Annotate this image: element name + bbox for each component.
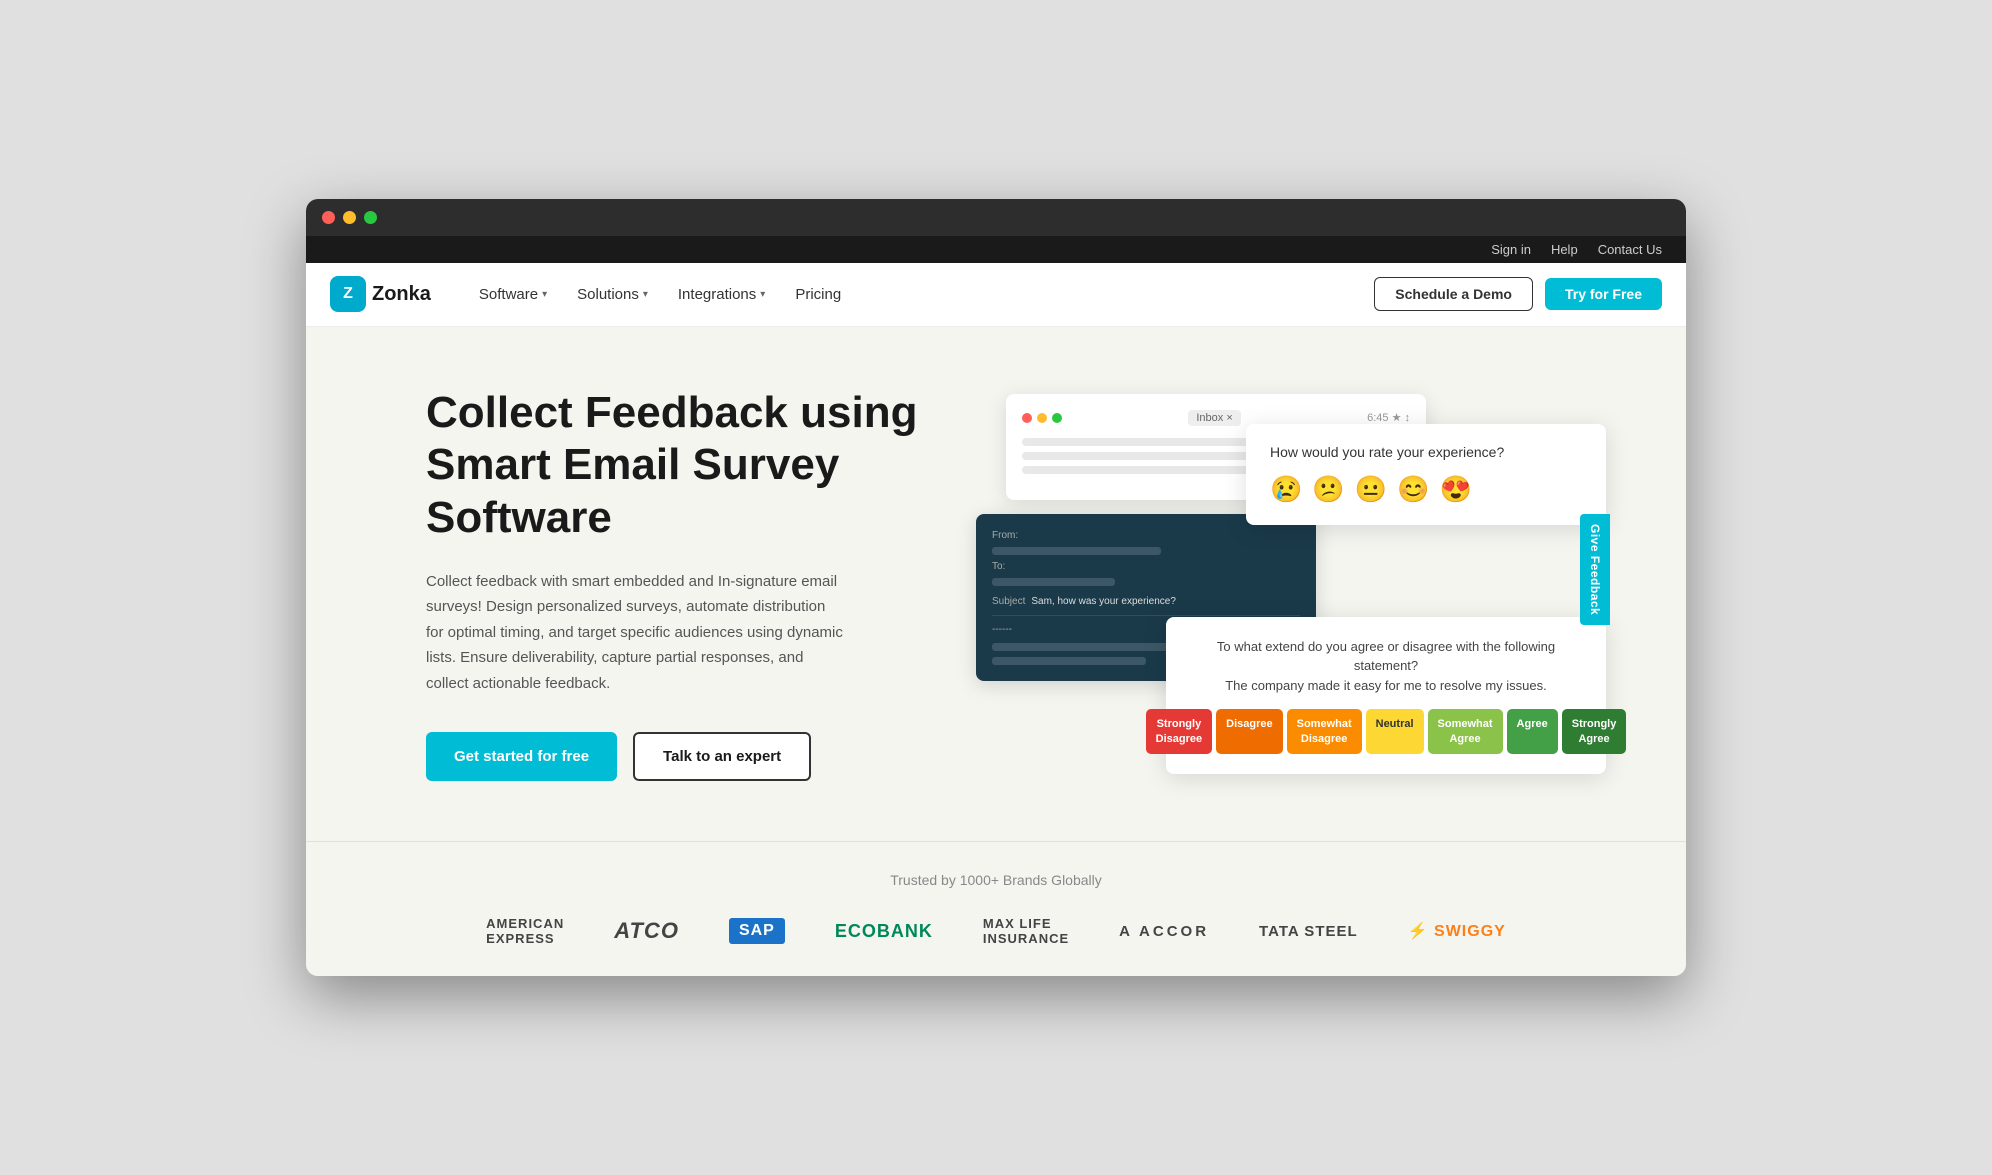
subject-label: Subject (992, 596, 1025, 607)
scale-strongly-disagree[interactable]: Strongly Disagree (1146, 709, 1212, 754)
hero-title: Collect Feedback using Smart Email Surve… (426, 387, 946, 545)
inbox-badge: Inbox × (1188, 410, 1240, 426)
main-nav: Z Zonka Software ▾ Solutions ▾ Integrati… (306, 263, 1686, 327)
emoji-4[interactable]: 😊 (1397, 474, 1429, 505)
from-label: From: (992, 530, 1300, 541)
chevron-down-icon: ▾ (643, 289, 648, 300)
traffic-light-green[interactable] (364, 211, 377, 224)
agreement-card: To what extend do you agree or disagree … (1166, 617, 1606, 774)
scale-strongly-agree[interactable]: Strongly Agree (1562, 709, 1627, 754)
scale-somewhat-disagree[interactable]: Somewhat Disagree (1287, 709, 1362, 754)
agreement-scale: Strongly Disagree Disagree Somewhat Disa… (1190, 709, 1582, 754)
hero-description: Collect feedback with smart embedded and… (426, 569, 846, 697)
hero-right: Inbox × 6:45 ★ ↕ From: To: Subject Sam, … (946, 394, 1606, 774)
nav-software[interactable]: Software ▾ (467, 280, 559, 309)
subject-value: Sam, how was your experience? (1031, 596, 1176, 607)
brand-sap: SAP (729, 918, 785, 944)
hero-left: Collect Feedback using Smart Email Surve… (426, 387, 946, 782)
email-time: 6:45 ★ ↕ (1367, 411, 1410, 424)
traffic-light-yellow[interactable] (343, 211, 356, 224)
logo[interactable]: Z Zonka (330, 276, 431, 312)
try-free-button[interactable]: Try for Free (1545, 278, 1662, 310)
rating-card: How would you rate your experience? 😢 😕 … (1246, 424, 1606, 525)
nav-links: Software ▾ Solutions ▾ Integrations ▾ Pr… (467, 280, 1374, 309)
emoji-3[interactable]: 😐 (1355, 474, 1387, 505)
emoji-2[interactable]: 😕 (1312, 474, 1344, 505)
scale-somewhat-agree[interactable]: Somewhat Agree (1428, 709, 1503, 754)
chevron-down-icon: ▾ (760, 289, 765, 300)
brand-accor: A ACCOR (1119, 923, 1209, 940)
schedule-demo-button[interactable]: Schedule a Demo (1374, 277, 1533, 311)
emoji-5[interactable]: 😍 (1440, 474, 1472, 505)
emoji-1[interactable]: 😢 (1270, 474, 1302, 505)
signin-link[interactable]: Sign in (1491, 242, 1531, 257)
utility-bar: Sign in Help Contact Us (306, 236, 1686, 263)
nav-pricing[interactable]: Pricing (783, 280, 853, 309)
browser-chrome (306, 199, 1686, 236)
talk-to-expert-button[interactable]: Talk to an expert (633, 732, 811, 781)
logo-icon: Z (330, 276, 366, 312)
logo-text: Zonka (372, 283, 431, 306)
help-link[interactable]: Help (1551, 242, 1578, 257)
hero-actions: Get started for free Talk to an expert (426, 732, 946, 781)
brand-maxlife: MAX LIFEINSURANCE (983, 916, 1069, 946)
brand-ecobank: Ecobank (835, 921, 933, 942)
nav-actions: Schedule a Demo Try for Free (1374, 277, 1662, 311)
contact-link[interactable]: Contact Us (1598, 242, 1662, 257)
rating-question: How would you rate your experience? (1270, 444, 1582, 460)
to-label: To: (992, 561, 1300, 572)
scale-disagree[interactable]: Disagree (1216, 709, 1282, 754)
traffic-light-red[interactable] (322, 211, 335, 224)
nav-integrations[interactable]: Integrations ▾ (666, 280, 777, 309)
brand-logos: AMERICANEXPRESS ATCO SAP Ecobank MAX LIF… (346, 916, 1646, 946)
chevron-down-icon: ▾ (542, 289, 547, 300)
hero-section: Collect Feedback using Smart Email Surve… (306, 327, 1686, 842)
brand-swiggy: ⚡ SWIGGY (1408, 921, 1506, 941)
brand-atco: ATCO (614, 918, 679, 944)
trusted-title: Trusted by 1000+ Brands Globally (346, 872, 1646, 888)
rating-emojis: 😢 😕 😐 😊 😍 (1270, 474, 1582, 505)
scale-agree[interactable]: Agree (1507, 709, 1558, 754)
give-feedback-tab[interactable]: Give Feedback (1580, 514, 1610, 625)
brand-amex: AMERICANEXPRESS (486, 916, 564, 946)
get-started-button[interactable]: Get started for free (426, 732, 617, 781)
window-dots (1022, 413, 1062, 423)
trusted-section: Trusted by 1000+ Brands Globally AMERICA… (306, 841, 1686, 976)
nav-solutions[interactable]: Solutions ▾ (565, 280, 660, 309)
scale-neutral[interactable]: Neutral (1366, 709, 1424, 754)
agreement-question: To what extend do you agree or disagree … (1190, 637, 1582, 696)
brand-tata: TATA STEEL (1259, 923, 1358, 940)
